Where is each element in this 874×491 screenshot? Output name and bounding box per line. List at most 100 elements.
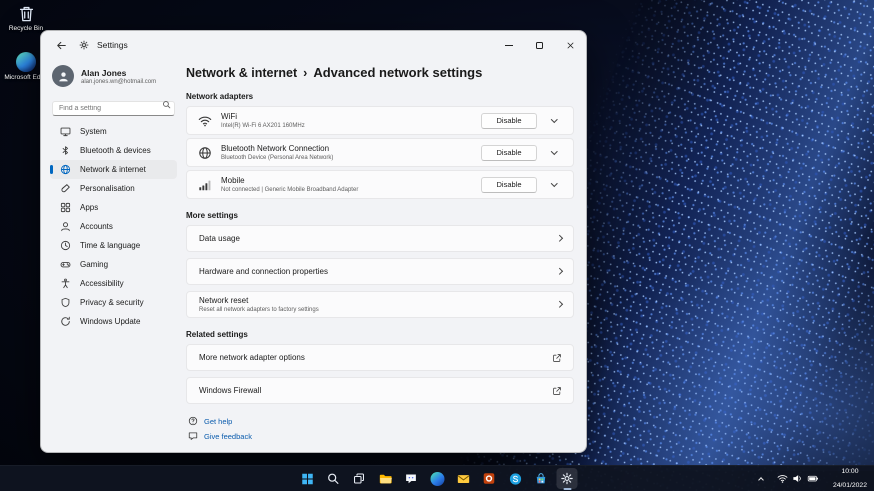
minimize-icon	[504, 44, 513, 46]
maximize-icon	[536, 41, 543, 49]
sidebar-item-accounts[interactable]: Accounts	[50, 217, 177, 236]
titlebar[interactable]: Settings	[41, 31, 586, 59]
get-help-link[interactable]: Get help	[188, 416, 574, 426]
sidebar-item-system[interactable]: System	[50, 122, 177, 141]
close-button[interactable]	[555, 31, 586, 59]
give-feedback-link[interactable]: Give feedback	[188, 431, 574, 441]
taskbar: 10:00 24/01/2022	[0, 465, 874, 491]
tray-time: 10:00	[841, 468, 859, 476]
breadcrumb-parent[interactable]: Network & internet	[186, 66, 297, 80]
row-data-usage[interactable]: Data usage	[186, 225, 574, 252]
section-header-network-adapters: Network adapters	[186, 92, 254, 101]
office-button[interactable]	[479, 468, 500, 489]
start-button[interactable]	[297, 468, 318, 489]
search-button[interactable]	[323, 468, 344, 489]
sidebar-item-gaming[interactable]: Gaming	[50, 255, 177, 274]
system-icon	[60, 127, 71, 137]
desktop-icon-label: Recycle Bin	[8, 25, 44, 32]
account-profile[interactable]: Alan Jones alan.jones.wn@hotmail.com	[52, 63, 175, 89]
chat-bubble-icon	[406, 474, 416, 484]
taskbar-clock[interactable]: 10:00 24/01/2022	[830, 465, 870, 491]
skype-icon	[509, 472, 521, 485]
chevron-right-icon	[555, 235, 562, 242]
edge-icon	[16, 52, 36, 72]
window-title: Settings	[97, 40, 128, 50]
sidebar-item-privacy-security[interactable]: Privacy & security	[50, 293, 177, 312]
section-header-related-settings: Related settings	[186, 330, 248, 339]
quick-settings-button[interactable]	[774, 471, 822, 486]
maximize-button[interactable]	[524, 31, 555, 59]
sidebar-item-accessibility[interactable]: Accessibility	[50, 274, 177, 293]
file-explorer-folder-icon	[379, 474, 392, 483]
search-icon	[163, 101, 171, 109]
help-icon	[188, 416, 198, 426]
disable-wifi-button[interactable]: Disable	[481, 112, 537, 129]
breadcrumb: Network & internet › Advanced network se…	[186, 65, 574, 80]
row-network-reset[interactable]: Network reset Reset all network adapters…	[186, 291, 574, 318]
sidebar-item-personalisation[interactable]: Personalisation	[50, 179, 177, 198]
mail-button[interactable]	[453, 468, 474, 489]
update-refresh-icon	[61, 316, 70, 326]
globe-icon	[199, 146, 211, 159]
task-view-icon	[354, 473, 364, 484]
adapter-row-mobile[interactable]: Mobile Not connected | Generic Mobile Br…	[186, 170, 574, 199]
accessibility-person-icon	[61, 278, 70, 289]
taskbar-center-icons	[297, 466, 578, 491]
wifi-icon	[198, 116, 212, 126]
back-arrow-icon	[56, 41, 66, 49]
hidden-icons-button[interactable]	[756, 474, 766, 484]
wallpaper-glow	[564, 231, 874, 471]
user-avatar-icon	[52, 65, 74, 87]
section-header-more-settings: More settings	[186, 211, 239, 220]
battery-icon	[807, 475, 818, 482]
edge-button[interactable]	[427, 468, 448, 489]
search-icon	[328, 473, 339, 484]
chevron-right-icon	[555, 268, 562, 275]
expand-mobile-chevron[interactable]	[546, 177, 562, 193]
disable-mobile-button[interactable]: Disable	[481, 176, 537, 193]
settings-gear-icon	[561, 472, 573, 485]
settings-window: Settings Alan Jones alan.jones.wn@hotmai…	[40, 30, 587, 453]
adapter-row-bluetooth[interactable]: Bluetooth Network Connection Bluetooth D…	[186, 138, 574, 167]
sidebar-item-network-internet[interactable]: Network & internet	[50, 160, 177, 179]
minimize-button[interactable]	[493, 31, 524, 59]
file-explorer-button[interactable]	[375, 468, 396, 489]
signal-bars-icon	[199, 180, 211, 190]
sidebar-item-windows-update[interactable]: Windows Update	[50, 312, 177, 331]
user-name: Alan Jones	[81, 67, 127, 78]
expand-wifi-chevron[interactable]	[546, 113, 562, 129]
row-windows-firewall[interactable]: Windows Firewall	[186, 377, 574, 404]
disable-bluetooth-button[interactable]: Disable	[481, 144, 537, 161]
clock-icon	[60, 240, 71, 251]
breadcrumb-separator: ›	[303, 65, 308, 80]
desktop: Recycle Bin Microsoft Edge Settings Alan…	[0, 0, 874, 491]
external-link-icon	[553, 353, 561, 362]
adapter-row-wifi[interactable]: WiFi Intel(R) Wi-Fi 6 AX201 160MHz Disab…	[186, 106, 574, 135]
task-view-button[interactable]	[349, 468, 370, 489]
skype-button[interactable]	[505, 468, 526, 489]
chevron-down-icon	[550, 116, 558, 123]
sidebar-item-time-language[interactable]: Time & language	[50, 236, 177, 255]
row-hardware-connection-properties[interactable]: Hardware and connection properties	[186, 258, 574, 285]
personalisation-brush-icon	[61, 184, 70, 193]
expand-bluetooth-chevron[interactable]	[546, 145, 562, 161]
shield-icon	[61, 297, 70, 308]
sidebar-item-bluetooth-devices[interactable]: Bluetooth & devices	[50, 141, 177, 160]
settings-gear-icon	[79, 40, 89, 50]
settings-taskbar-button[interactable]	[556, 468, 578, 490]
desktop-icon-recycle-bin[interactable]: Recycle Bin	[4, 4, 48, 33]
tray-date: 24/01/2022	[832, 481, 867, 489]
volume-icon	[793, 475, 801, 482]
chat-button[interactable]	[401, 468, 422, 489]
store-button[interactable]	[531, 468, 552, 489]
network-globe-icon	[60, 164, 71, 175]
search-input[interactable]	[52, 101, 175, 116]
wifi-icon	[777, 475, 788, 483]
sidebar-item-apps[interactable]: Apps	[50, 198, 177, 217]
bluetooth-icon	[62, 146, 69, 155]
chevron-down-icon	[550, 180, 558, 187]
row-more-network-adapter-options[interactable]: More network adapter options	[186, 344, 574, 371]
back-button[interactable]	[51, 35, 71, 55]
settings-sidebar: Alan Jones alan.jones.wn@hotmail.com Sys…	[41, 59, 186, 452]
mail-envelope-icon	[457, 474, 469, 483]
